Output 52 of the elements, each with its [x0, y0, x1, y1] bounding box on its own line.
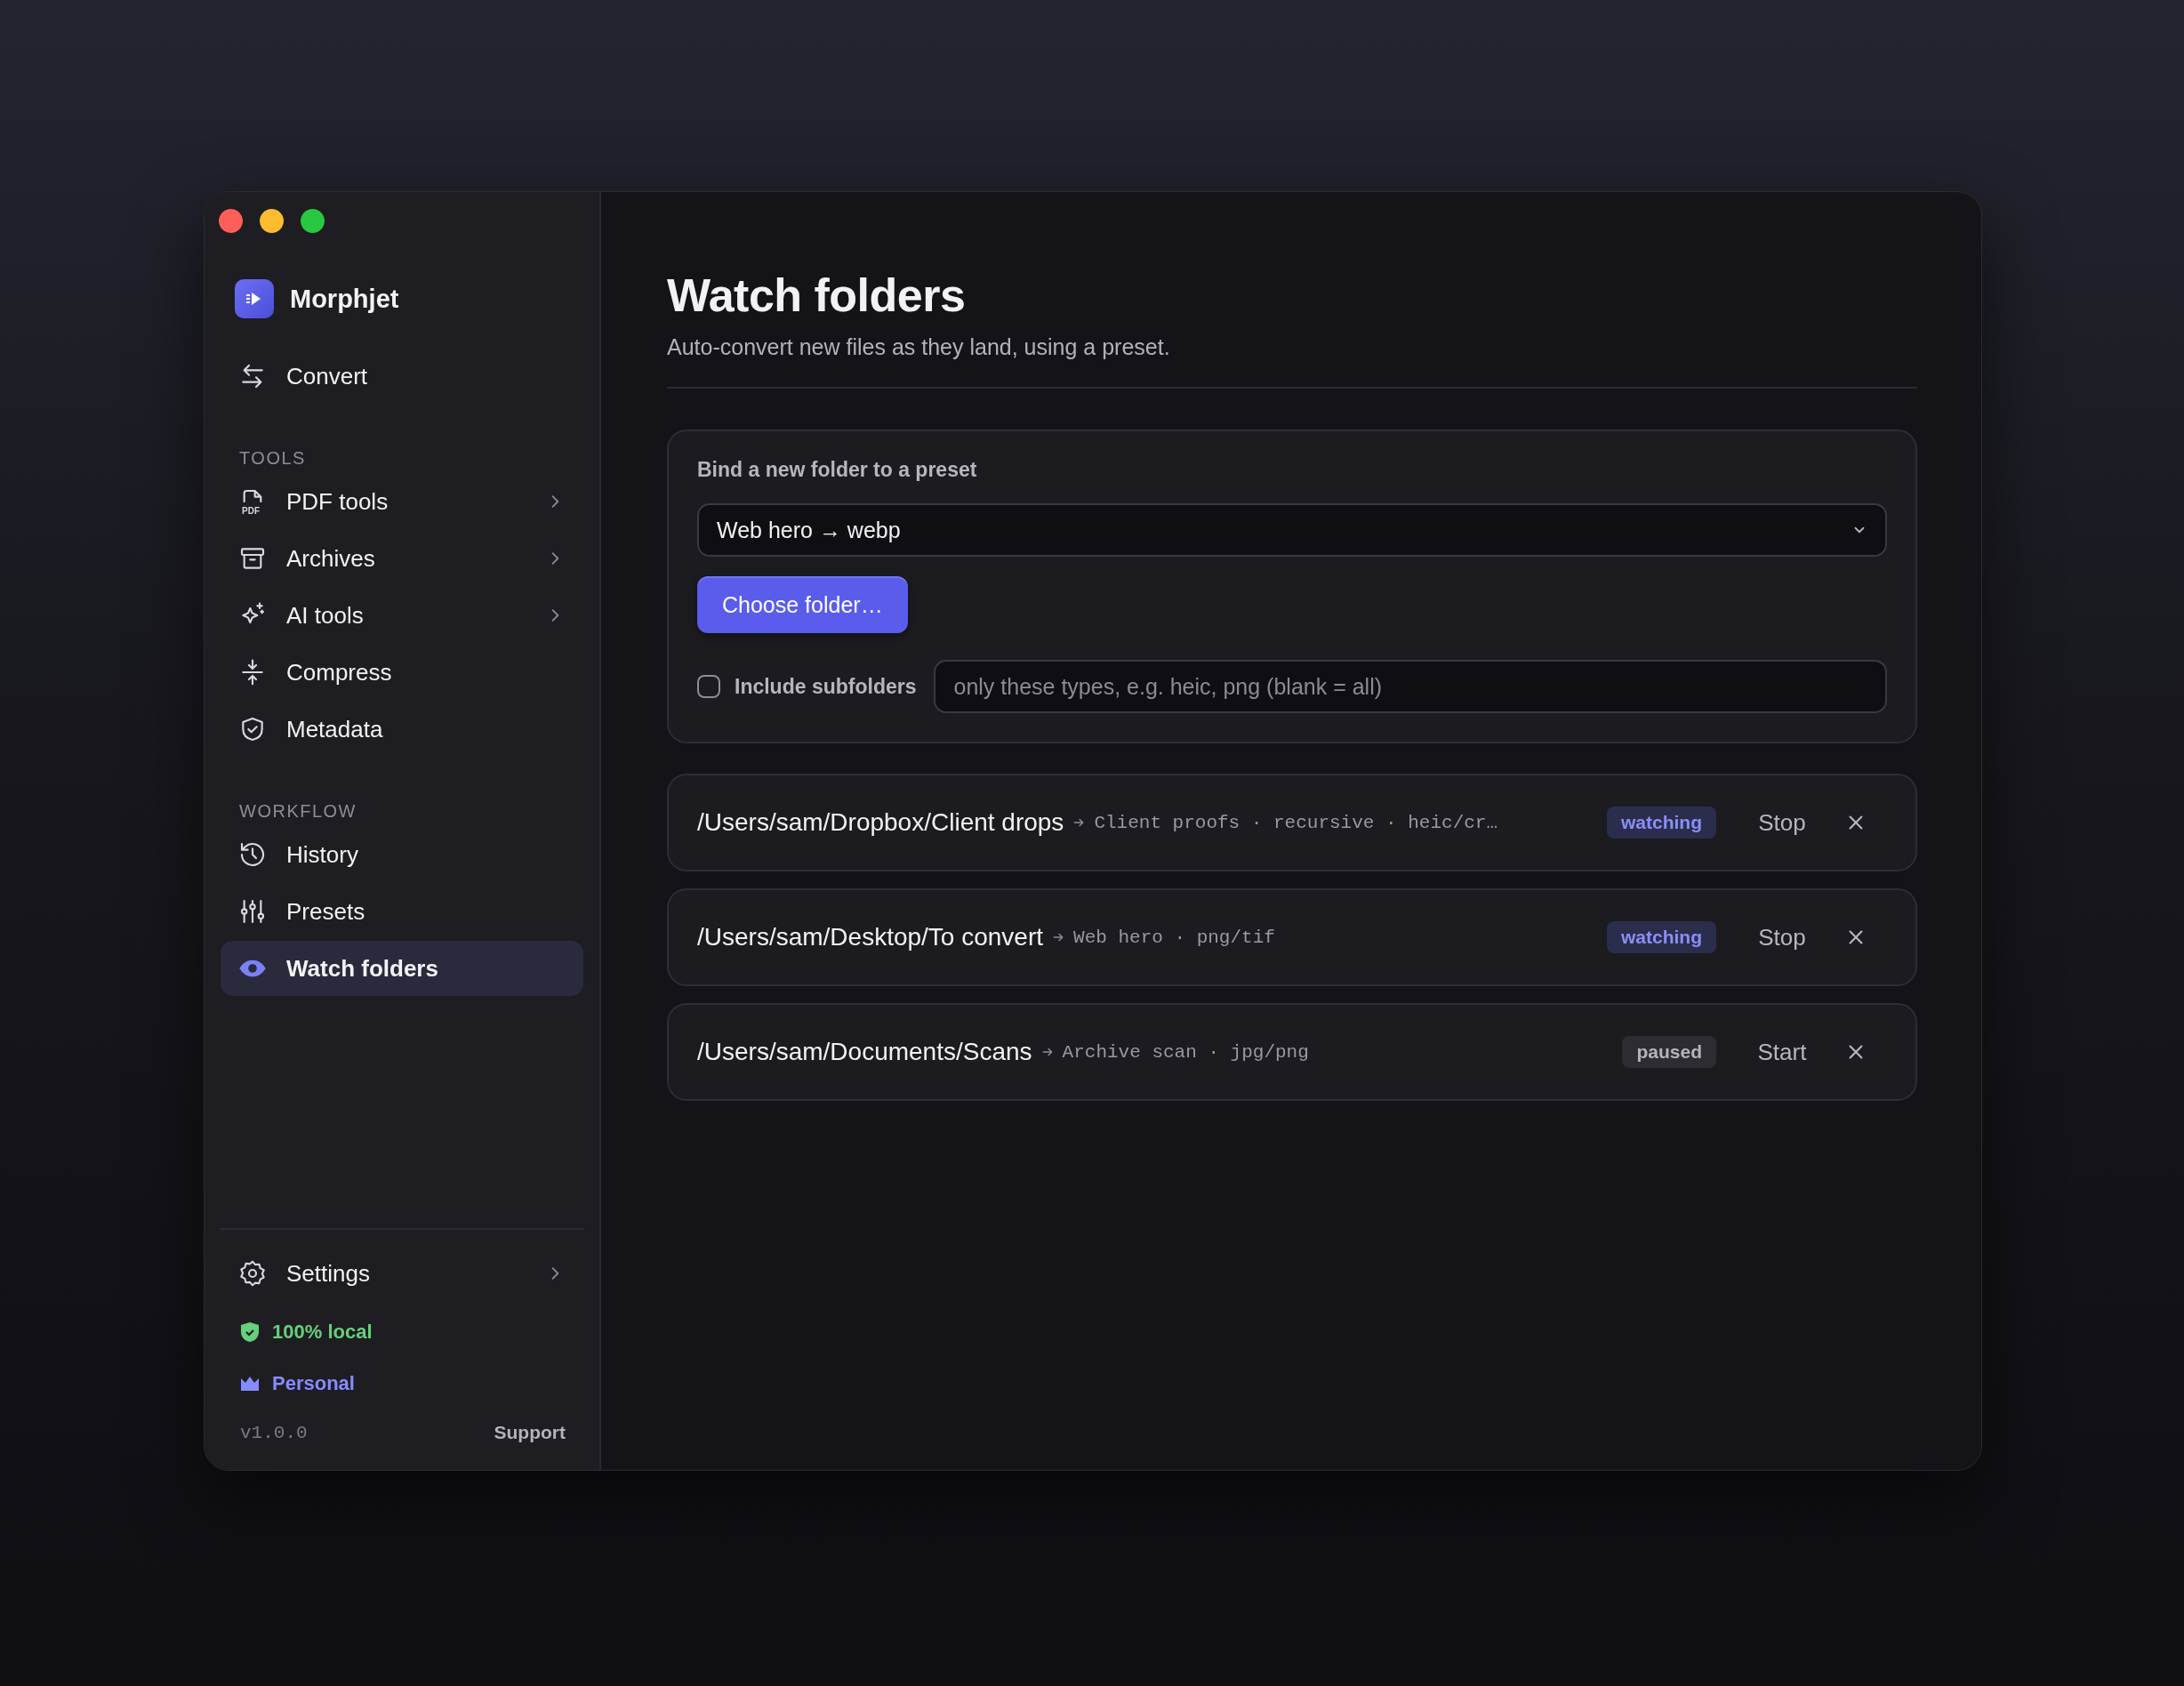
nav-item[interactable]: Compress: [221, 645, 583, 700]
preset-dropdown[interactable]: Web hero → webp: [697, 503, 1887, 557]
version-label: v1.0.0: [240, 1422, 308, 1443]
toggle-watch-button[interactable]: Stop: [1738, 807, 1827, 838]
crown-icon: [240, 1376, 260, 1392]
nav-item[interactable]: PDF PDF tools: [221, 474, 583, 529]
history-clock-icon: [238, 840, 267, 869]
status-badge: watching: [1607, 921, 1716, 953]
page-title: Watch folders: [667, 269, 967, 322]
nav-item[interactable]: AI tools: [221, 588, 583, 643]
folder-details: Client proofs · recursive · heic/cr…: [1094, 812, 1499, 833]
support-link[interactable]: Support: [494, 1422, 566, 1443]
folder-path: /Users/sam/Documents/Scans: [697, 1038, 1032, 1066]
status-badge: watching: [1607, 807, 1716, 839]
folder-details: Archive scan · jpg/png: [1062, 1041, 1310, 1063]
arrow-right-icon: [1040, 1046, 1054, 1058]
nav-item[interactable]: Convert: [221, 349, 583, 404]
section-heading: TOOLS: [239, 448, 307, 469]
close-icon[interactable]: [1846, 927, 1866, 947]
nav-item[interactable]: Watch folders: [221, 941, 583, 996]
plan-name: Personal: [272, 1372, 355, 1395]
nav-item[interactable]: Presets: [221, 884, 583, 939]
nav-item[interactable]: Archives: [221, 531, 583, 586]
nav-item[interactable]: History: [221, 827, 583, 882]
sliders-icon: [238, 897, 267, 926]
choose-folder-button[interactable]: Choose folder…: [697, 576, 908, 633]
page-subtitle: Auto-convert new files as they land, using a preset.: [667, 334, 1171, 360]
folder-path: /Users/sam/Dropbox/Client drops: [697, 808, 1064, 837]
arrow-right-icon: [1072, 816, 1086, 829]
close-icon[interactable]: [1846, 813, 1866, 832]
local-status: 100% local: [272, 1321, 373, 1344]
close-icon[interactable]: [1846, 1042, 1866, 1062]
window-control[interactable]: [260, 209, 284, 233]
nav-item[interactable]: Metadata: [221, 702, 583, 757]
gear-icon: [238, 1259, 267, 1288]
card-label: Bind a new folder to a preset: [697, 458, 977, 482]
folder-path: /Users/sam/Desktop/To convert: [697, 923, 1044, 951]
window-control[interactable]: [219, 209, 243, 233]
status-badge: paused: [1622, 1036, 1716, 1068]
window-control[interactable]: [301, 209, 325, 233]
file-types-field[interactable]: only these types, e.g. heic, png (blank = all): [934, 660, 1887, 713]
settings-item[interactable]: Settings: [221, 1246, 583, 1301]
section-heading: WORKFLOW: [239, 801, 357, 822]
include-subfolders-checkbox[interactable]: Include subfolders: [697, 674, 917, 699]
shield-check-icon: [240, 1321, 260, 1343]
app-logo-icon: [235, 279, 274, 318]
arrow-right-icon: [1052, 931, 1065, 943]
folder-details: Web hero · png/tif: [1073, 927, 1276, 948]
icon-label: PDF: [241, 507, 261, 516]
app-name: Morphjet: [290, 284, 399, 314]
toggle-watch-button[interactable]: Stop: [1738, 922, 1827, 952]
toggle-watch-button[interactable]: Start: [1738, 1037, 1827, 1067]
